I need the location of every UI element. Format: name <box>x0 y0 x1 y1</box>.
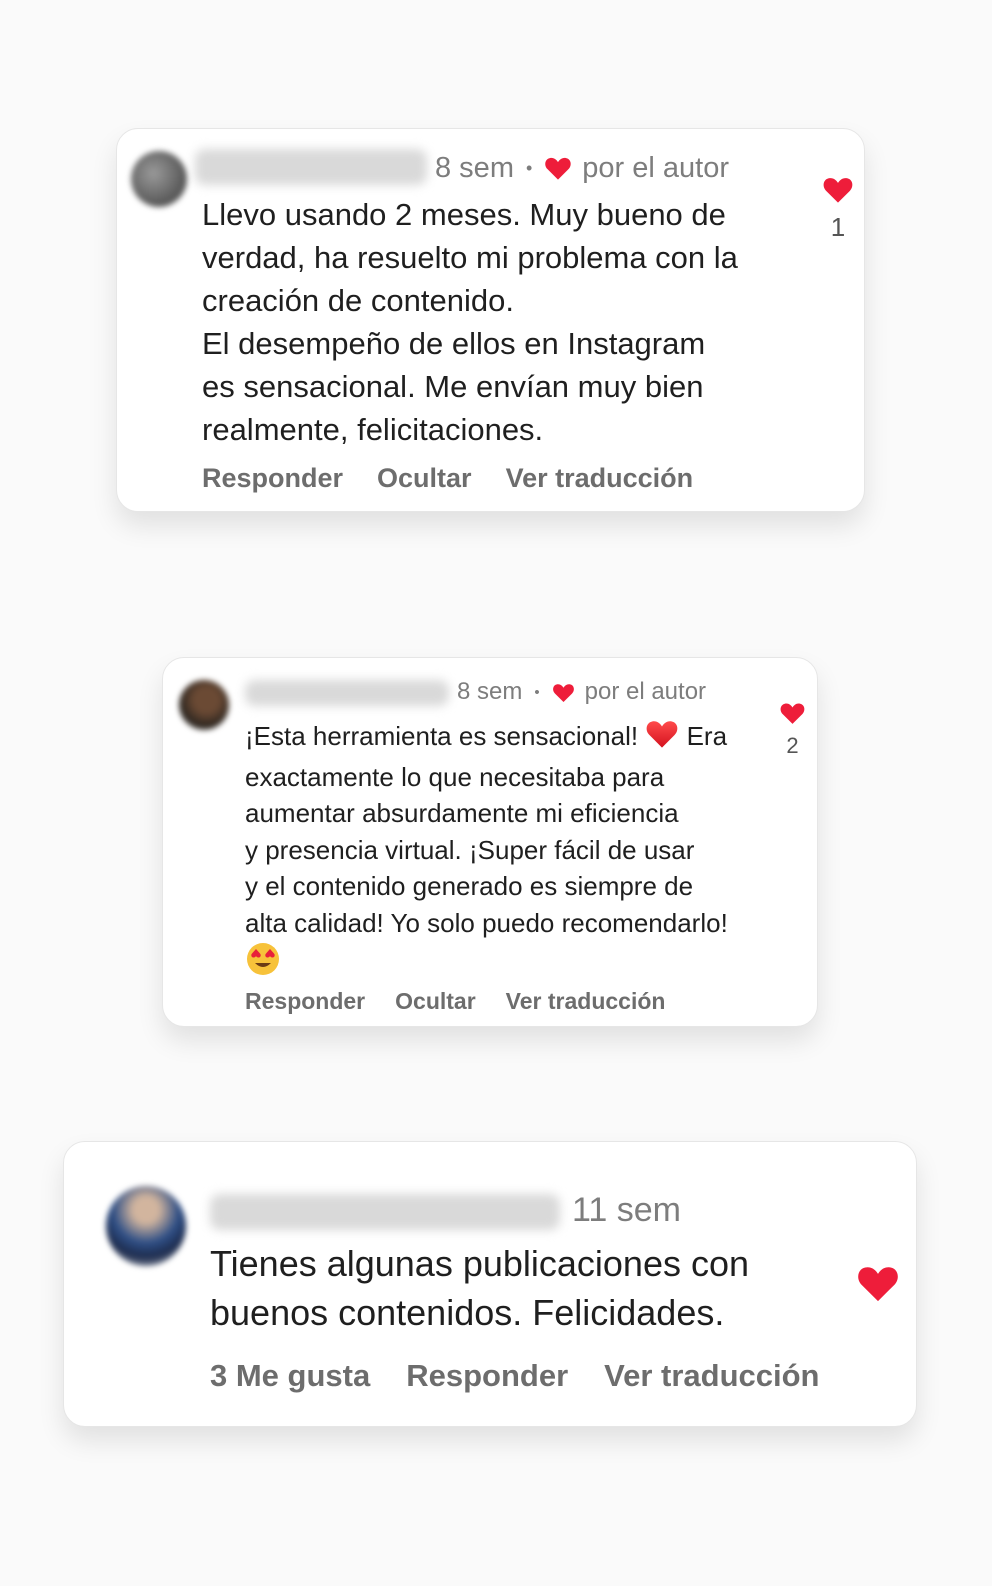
like-button[interactable]: 2 <box>779 701 806 759</box>
reply-button[interactable]: Responder <box>406 1358 568 1394</box>
text-line: realmente, felicitaciones. <box>202 412 544 447</box>
text-line: alta calidad! Yo solo puedo recomendarlo… <box>245 907 728 938</box>
text-line: y presencia virtual. ¡Super fácil de usa… <box>245 834 695 865</box>
comment-actions: Responder Ocultar Ver traducción <box>202 463 693 494</box>
avatar[interactable] <box>179 680 229 730</box>
heart-icon[interactable] <box>779 701 806 725</box>
comment-card: 8 sem • por el autor ¡Esta herramienta e… <box>162 657 818 1027</box>
text-line: Tienes algunas publicaciones con <box>210 1243 750 1284</box>
separator: • <box>534 683 540 701</box>
see-translation-button[interactable]: Ver traducción <box>506 463 694 494</box>
separator: • <box>525 157 533 178</box>
heart-icon[interactable] <box>856 1263 900 1303</box>
hide-button[interactable]: Ocultar <box>377 463 472 494</box>
text-line: exactamente lo que necesitaba para <box>245 761 665 792</box>
like-count: 2 <box>786 733 799 758</box>
username[interactable] <box>195 149 427 185</box>
reply-button[interactable]: Responder <box>245 988 365 1015</box>
red-heart-emoji <box>645 718 679 759</box>
likes-count-button[interactable]: 3 Me gusta <box>210 1358 370 1394</box>
text-line <box>245 941 728 987</box>
comment-card: 8 sem • por el autor Llevo usando 2 mese… <box>116 128 865 512</box>
text-line: es sensacional. Me envían muy bien <box>202 369 704 404</box>
author-heart-icon <box>552 682 575 703</box>
see-translation-button[interactable]: Ver traducción <box>506 988 666 1015</box>
author-heart-icon <box>544 155 572 181</box>
timestamp: 8 sem <box>435 151 514 184</box>
timestamp: 8 sem <box>457 678 523 705</box>
text-segment: ¡Esta herramienta es sensacional! <box>245 721 639 752</box>
text-line: El desempeño de ellos en Instagram <box>202 326 706 361</box>
comment-meta: 11 sem <box>572 1190 681 1230</box>
timestamp: 11 sem <box>572 1190 681 1229</box>
text-line: Llevo usando 2 meses. Muy bueno de <box>202 197 726 232</box>
username[interactable] <box>210 1194 560 1230</box>
text-line: y el contenido generado es siempre de <box>245 871 694 901</box>
like-button[interactable] <box>856 1263 900 1303</box>
comment-actions: Responder Ocultar Ver traducción <box>245 988 665 1015</box>
text-line: creación de contenido. <box>202 283 514 318</box>
comment-card: 11 sem Tienes algunas publicaciones con … <box>63 1141 917 1427</box>
comment-actions: 3 Me gusta Responder Ver traducción <box>210 1358 820 1394</box>
text-segment: Era <box>686 721 728 752</box>
text-line: verdad, ha resuelto mi problema con la <box>202 240 738 275</box>
reply-button[interactable]: Responder <box>202 463 343 494</box>
heart-icon[interactable] <box>822 175 854 204</box>
text-line: aumentar absurdamente mi eficiencia <box>245 798 679 828</box>
comment-text: Llevo usando 2 meses. Muy bueno de verda… <box>202 193 738 451</box>
text-line: buenos contenidos. Felicidades. <box>210 1292 725 1333</box>
like-button[interactable]: 1 <box>822 175 854 243</box>
avatar[interactable] <box>131 151 187 207</box>
text-line: ¡Esta herramienta es sensacional! Era <box>245 718 728 759</box>
liked-by-author-label: por el autor <box>584 678 707 705</box>
see-translation-button[interactable]: Ver traducción <box>604 1358 819 1394</box>
comment-text: ¡Esta herramienta es sensacional! Era ex… <box>245 718 728 987</box>
comment-text: Tienes algunas publicaciones con buenos … <box>210 1239 749 1337</box>
comment-meta: 8 sem • por el autor <box>457 676 706 708</box>
comment-meta: 8 sem • por el autor <box>435 149 729 187</box>
hide-button[interactable]: Ocultar <box>395 988 476 1015</box>
heart-eyes-emoji <box>245 941 281 987</box>
like-count: 1 <box>830 212 846 242</box>
username[interactable] <box>245 680 449 706</box>
avatar[interactable] <box>106 1186 186 1266</box>
liked-by-author-label: por el autor <box>582 151 729 184</box>
